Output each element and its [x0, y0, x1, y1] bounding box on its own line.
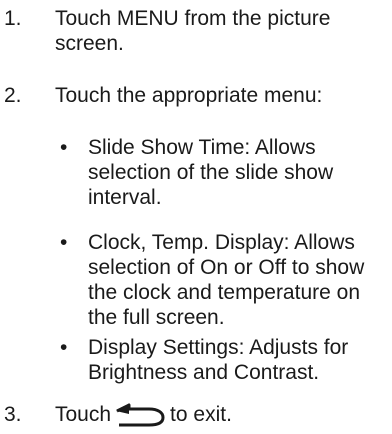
bullet-text: Clock, Temp. Display: Allows selection o…	[88, 231, 365, 329]
step-number: 3.	[4, 403, 22, 426]
step-text: Touch the appropriate menu:	[55, 84, 323, 107]
bullet-text: Display Settings: Adjusts for Brightness…	[88, 336, 349, 384]
bullet-icon: •	[60, 136, 68, 159]
bullet-text: Slide Show Time: Allows selection of the…	[88, 136, 334, 209]
bullet-icon: •	[60, 231, 68, 254]
step-number: 2.	[4, 84, 22, 107]
bullet-icon: •	[60, 336, 68, 359]
step-text: Touch to exit.	[55, 402, 385, 427]
back-arrow-icon	[116, 403, 165, 427]
step-text-before: Touch	[55, 403, 112, 426]
instruction-page: { "steps": [ { "number": "1.", "text": "…	[0, 0, 392, 434]
step-text: Touch MENU from the picture screen.	[55, 7, 331, 55]
step-number: 1.	[4, 7, 22, 30]
step-text-after: to exit.	[170, 403, 232, 426]
